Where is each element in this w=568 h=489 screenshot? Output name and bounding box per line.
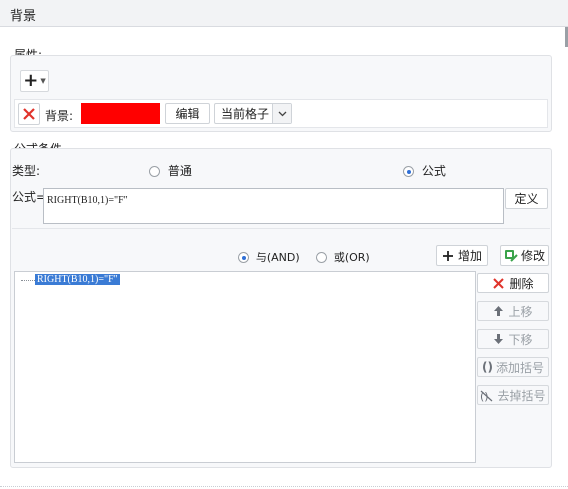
- logic-option-and[interactable]: 与(AND): [238, 249, 300, 265]
- modify-condition-label: 修改: [520, 249, 545, 263]
- arrow-down-icon: [494, 334, 504, 344]
- remove-paren-label: 去掉括号: [497, 388, 546, 403]
- remove-paren-button[interactable]: () 去掉括号: [477, 385, 549, 405]
- type-normal-label: 普通: [167, 164, 192, 178]
- type-label: 类型:: [12, 164, 41, 178]
- move-up-button[interactable]: 上移: [477, 301, 549, 321]
- formula-label: 公式=: [12, 190, 47, 204]
- logic-and-label: 与(AND): [255, 251, 300, 264]
- scope-select[interactable]: 当前格子: [214, 103, 292, 124]
- type-option-formula[interactable]: 公式: [403, 162, 446, 179]
- background-label: 背景:: [45, 109, 74, 123]
- add-property-button[interactable]: + ▼: [20, 70, 49, 92]
- logic-or-label: 或(OR): [333, 251, 370, 264]
- delete-x-icon: [23, 108, 35, 120]
- plus-icon: [442, 250, 453, 261]
- type-option-normal[interactable]: 普通: [149, 162, 192, 179]
- tree-connector: [21, 280, 35, 282]
- add-condition-label: 增加: [457, 249, 482, 263]
- condition-tree[interactable]: RIGHT(B10,1)="F": [14, 271, 476, 463]
- remove-paren-icon: (): [480, 390, 493, 402]
- radio-formula[interactable]: [403, 166, 414, 177]
- dialog-title: 背景: [10, 9, 37, 24]
- modify-condition-button[interactable]: 修改: [500, 245, 549, 266]
- radio-or[interactable]: [316, 252, 327, 263]
- logic-option-or[interactable]: 或(OR): [316, 249, 370, 265]
- chevron-down-icon[interactable]: [272, 104, 291, 123]
- formula-field[interactable]: RIGHT(B10,1)="F": [43, 188, 504, 224]
- add-paren-label: 添加括号: [495, 360, 544, 375]
- delete-label: 删除: [509, 276, 534, 291]
- type-formula-label: 公式: [421, 164, 446, 178]
- add-condition-button[interactable]: 增加: [436, 245, 488, 266]
- radio-and[interactable]: [238, 252, 249, 263]
- arrow-up-icon: [494, 306, 504, 316]
- bottom-edge: [0, 486, 568, 487]
- modify-icon: [504, 249, 518, 262]
- background-color-swatch[interactable]: [81, 103, 160, 124]
- delete-button[interactable]: 删除: [477, 273, 549, 293]
- radio-normal[interactable]: [149, 166, 160, 177]
- move-down-label: 下移: [508, 332, 533, 347]
- chevron-down-icon: ▼: [40, 77, 46, 85]
- define-button[interactable]: 定义: [505, 188, 548, 209]
- scope-select-value: 当前格子: [221, 107, 270, 121]
- divider: [12, 228, 550, 229]
- tree-item-selected[interactable]: RIGHT(B10,1)="F": [35, 274, 120, 285]
- remove-property-button[interactable]: [18, 103, 40, 125]
- edit-button[interactable]: 编辑: [165, 103, 210, 124]
- paren-icon: (): [482, 360, 493, 374]
- plus-icon: +: [23, 70, 39, 91]
- move-up-label: 上移: [508, 304, 533, 319]
- delete-x-icon: [493, 277, 505, 289]
- add-paren-button[interactable]: () 添加括号: [477, 357, 549, 377]
- formula-value: RIGHT(B10,1)="F": [47, 195, 128, 206]
- dialog-titlebar: [0, 0, 568, 27]
- move-down-button[interactable]: 下移: [477, 329, 549, 349]
